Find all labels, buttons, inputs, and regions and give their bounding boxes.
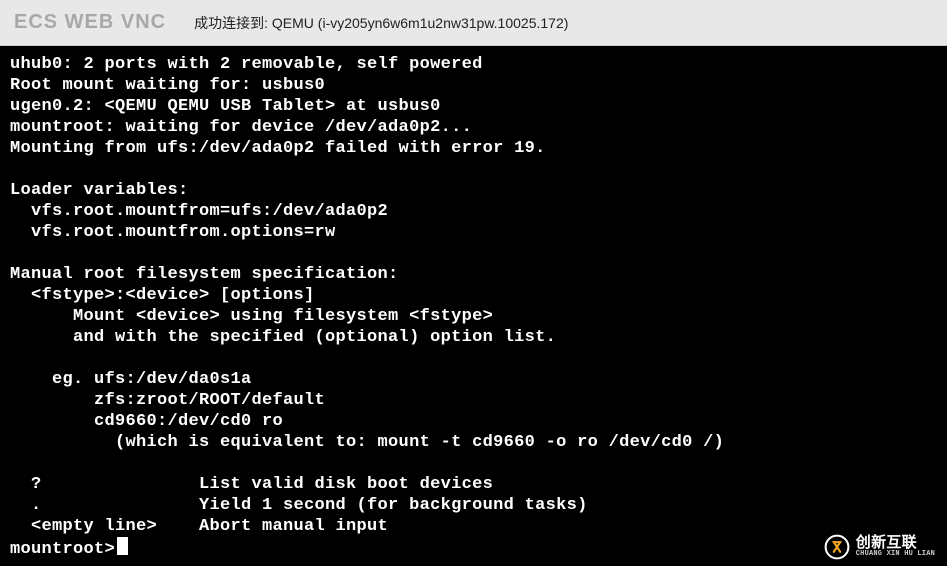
terminal-prompt: mountroot> xyxy=(10,540,115,559)
watermark-logo-icon xyxy=(824,534,850,560)
watermark: 创新互联 CHUANG XIN HU LIAN xyxy=(824,534,935,560)
app-title: ECS WEB VNC xyxy=(14,11,166,34)
watermark-text-en: CHUANG XIN HU LIAN xyxy=(856,551,935,558)
cursor-block xyxy=(117,537,128,555)
connection-status: 成功连接到: QEMU (i-vy205yn6w6m1u2nw31pw.1002… xyxy=(194,13,568,33)
header-bar: ECS WEB VNC 成功连接到: QEMU (i-vy205yn6w6m1u… xyxy=(0,0,947,46)
terminal-output: uhub0: 2 ports with 2 removable, self po… xyxy=(10,54,937,537)
terminal-screen[interactable]: uhub0: 2 ports with 2 removable, self po… xyxy=(0,46,947,566)
watermark-text-cn: 创新互联 xyxy=(856,536,935,551)
